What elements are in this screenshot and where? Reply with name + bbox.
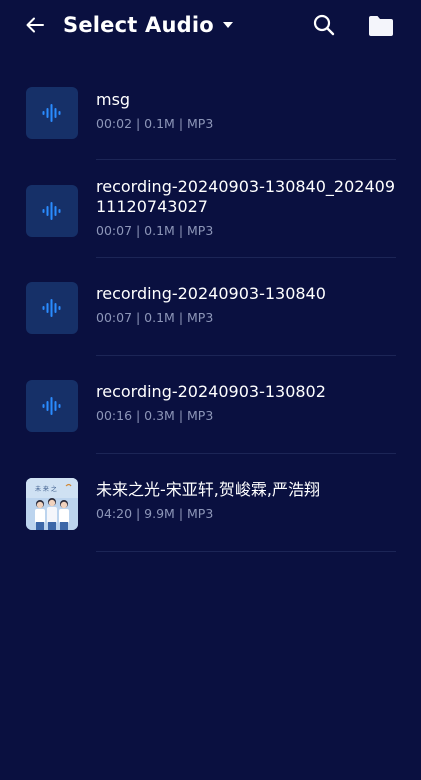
back-button[interactable] [20, 10, 50, 40]
list-item[interactable]: recording-20240903-130802 00:16 | 0.3M |… [0, 356, 421, 454]
audio-thumbnail [26, 87, 78, 139]
folder-icon [369, 16, 393, 36]
file-name: recording-20240903-130840_20240911120743… [96, 177, 395, 216]
list-item[interactable]: 未 来 之 未来之光-宋亚轩,贺峻霖,严浩翔 04:20 | 9.9M | MP… [0, 454, 421, 552]
folder-button[interactable] [366, 11, 396, 41]
arrow-left-icon [26, 17, 44, 33]
audio-wave-icon [42, 397, 61, 415]
file-name: recording-20240903-130840 [96, 284, 326, 303]
file-meta: 04:20 | 9.9M | MP3 [96, 506, 214, 521]
svg-text:未 来 之: 未 来 之 [35, 485, 57, 493]
audio-wave-icon [42, 299, 61, 317]
search-button[interactable] [309, 10, 339, 40]
audio-list: msg 00:02 | 0.1M | MP3 recording-2024090… [0, 62, 421, 552]
audio-thumbnail [26, 282, 78, 334]
audio-wave-icon [42, 202, 61, 220]
page-title: Select Audio [63, 13, 214, 37]
screen: Select Audio msg 00:02 | 0.1M | MP3 reco… [0, 0, 421, 780]
divider [96, 551, 396, 552]
album-art-icon: 未 来 之 [26, 478, 78, 530]
list-item[interactable]: msg 00:02 | 0.1M | MP3 [0, 62, 421, 160]
audio-wave-icon [42, 104, 61, 122]
file-meta: 00:16 | 0.3M | MP3 [96, 408, 214, 423]
file-meta: 00:07 | 0.1M | MP3 [96, 223, 214, 238]
audio-thumbnail [26, 380, 78, 432]
list-item[interactable]: recording-20240903-130840_20240911120743… [0, 160, 421, 258]
search-icon [313, 14, 335, 36]
audio-thumbnail [26, 185, 78, 237]
file-name: 未来之光-宋亚轩,贺峻霖,严浩翔 [96, 480, 320, 499]
title-dropdown[interactable]: Select Audio [63, 8, 236, 42]
file-meta: 00:02 | 0.1M | MP3 [96, 116, 214, 131]
file-name: recording-20240903-130802 [96, 382, 326, 401]
list-item[interactable]: recording-20240903-130840 00:07 | 0.1M |… [0, 258, 421, 356]
caret-down-icon [220, 17, 236, 33]
file-meta: 00:07 | 0.1M | MP3 [96, 310, 214, 325]
top-bar: Select Audio [0, 0, 421, 52]
file-name: msg [96, 90, 131, 109]
album-art: 未 来 之 [26, 478, 78, 530]
